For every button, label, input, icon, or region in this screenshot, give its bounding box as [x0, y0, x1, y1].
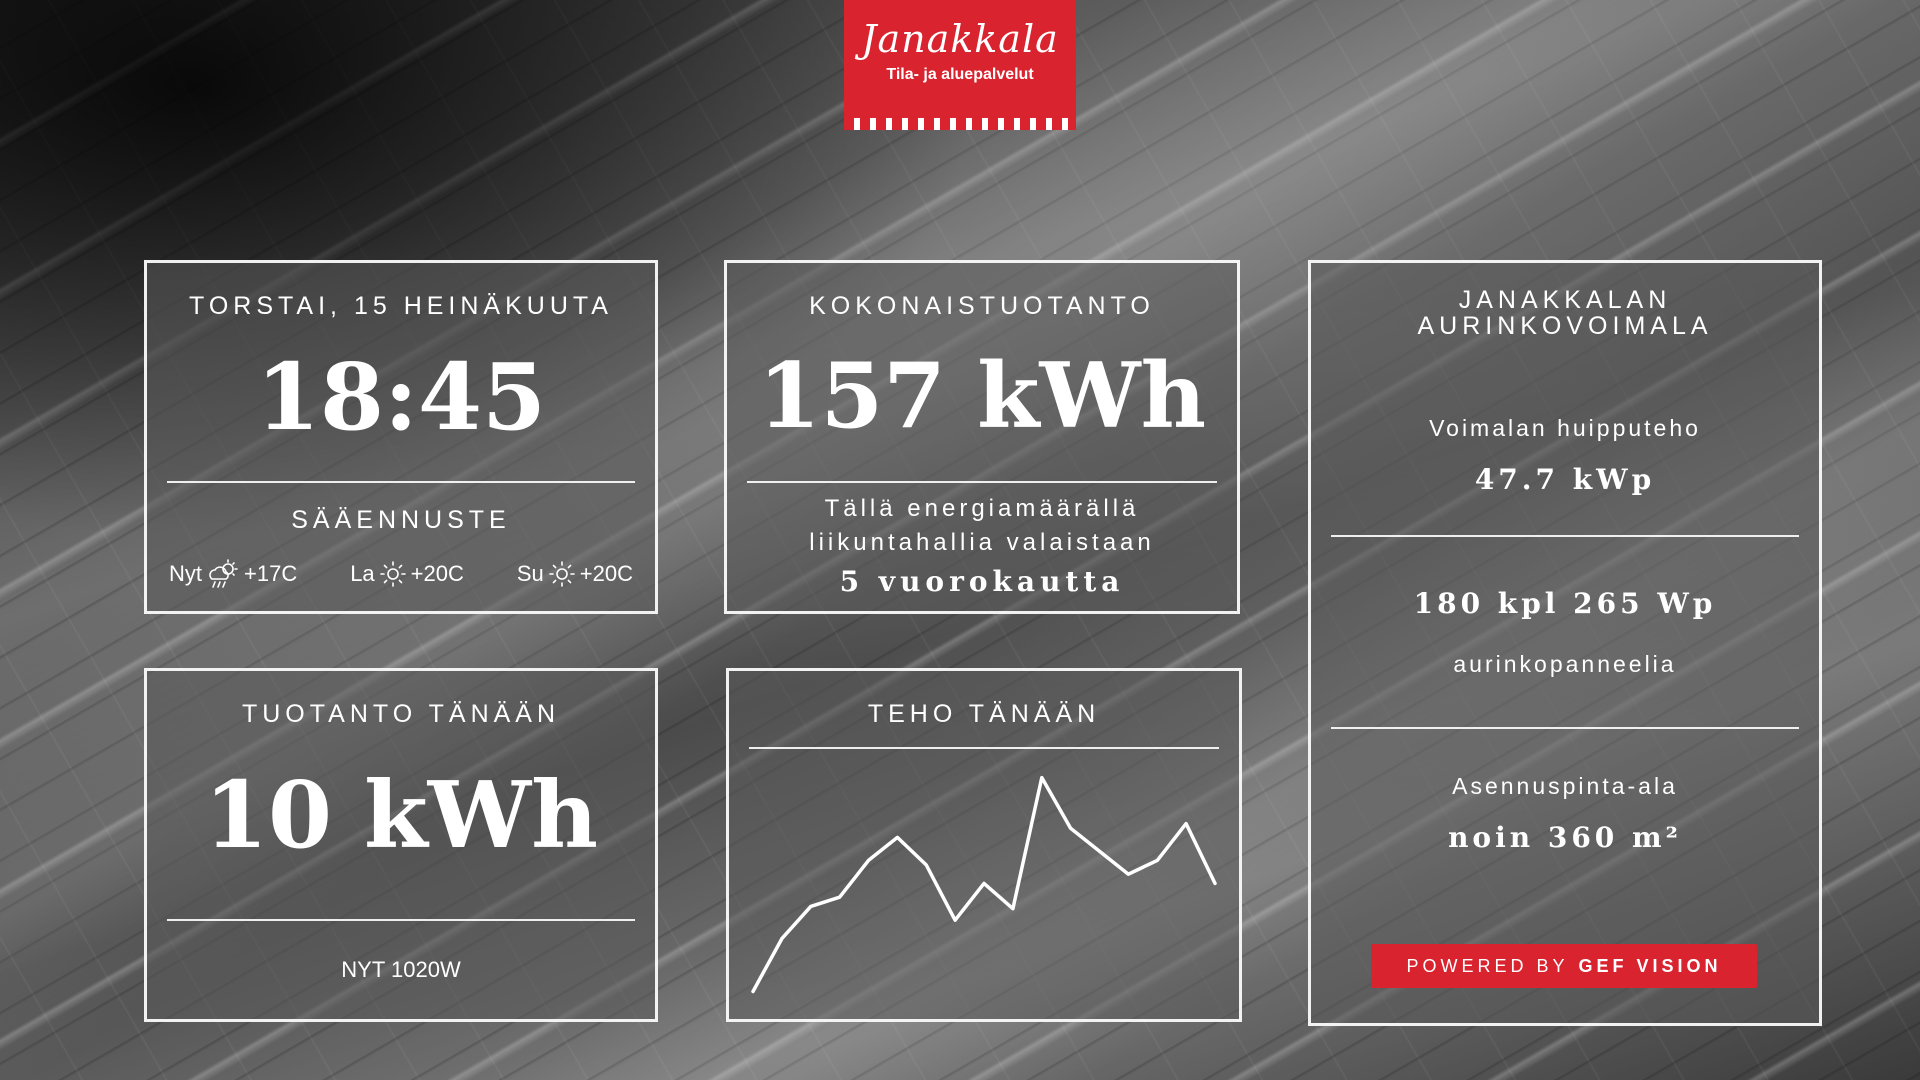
forecast-title: SÄÄENNUSTE [291, 506, 511, 534]
divider [167, 481, 635, 483]
clock-time: 18:45 [255, 343, 546, 451]
rain-sun-icon [209, 559, 238, 588]
today-production-value: 10 kWh [203, 761, 598, 869]
forecast-day: Nyt [169, 561, 202, 586]
forecast-row: Nyt +17C La +20C Su +20C [169, 559, 633, 589]
divider [167, 919, 635, 921]
divider [749, 747, 1219, 749]
power-line-chart [751, 775, 1217, 994]
forecast-temp: +20C [579, 561, 633, 586]
forecast-temp: +17C [244, 561, 298, 586]
total-highlight: 5 vuorokautta [839, 565, 1125, 598]
divider [747, 481, 1217, 483]
install-area-label: Asennuspinta-ala [1452, 773, 1678, 799]
date-weather-panel: TORSTAI, 15 HEINÄKUUTA 18:45 SÄÄENNUSTE … [144, 260, 658, 614]
current-power: NYT 1020W [341, 957, 461, 982]
powered-by-badge: POWERED BY GEF VISION [1371, 944, 1757, 988]
powered-by-prefix: POWERED BY [1406, 955, 1569, 976]
panel-count-label: aurinkopanneelia [1453, 651, 1677, 677]
plant-title-line2: AURINKOVOIMALA [1417, 312, 1713, 340]
forecast-item-saturday: La +20C [350, 560, 464, 588]
power-today-title: TEHO TÄNÄÄN [867, 700, 1101, 728]
powered-by-brand: GEF VISION [1578, 955, 1722, 976]
sun-icon [548, 561, 575, 587]
forecast-item-sunday: Su +20C [517, 560, 633, 588]
forecast-day: La [350, 561, 375, 586]
total-desc-line1: Tällä energiamäärällä [824, 495, 1140, 522]
install-area-value: noin 360 m² [1448, 821, 1682, 854]
plant-info-panel: JANAKKALAN AURINKOVOIMALA Voimalan huipp… [1308, 260, 1822, 1026]
logo-name: Janakkala [861, 17, 1059, 61]
today-production-panel: TUOTANTO TÄNÄÄN 10 kWh NYT 1020W [144, 668, 658, 1022]
total-production-title: KOKONAISTUOTANTO [809, 292, 1155, 320]
power-today-panel: TEHO TÄNÄÄN [726, 668, 1242, 1022]
date-label: TORSTAI, 15 HEINÄKUUTA [189, 292, 613, 320]
sun-icon [379, 561, 406, 587]
peak-power-value: 47.7 kWp [1474, 463, 1656, 496]
janakkala-logo: Janakkala Tila- ja aluepalvelut [844, 0, 1076, 130]
logo-subtitle: Tila- ja aluepalvelut [886, 66, 1034, 83]
power-series-line [751, 775, 1217, 994]
today-production-title: TUOTANTO TÄNÄÄN [241, 700, 561, 728]
plant-title-line1: JANAKKALAN [1458, 286, 1672, 314]
peak-power-label: Voimalan huipputeho [1429, 415, 1701, 441]
forecast-day: Su [516, 561, 544, 586]
total-production-value: 157 kWh [757, 343, 1207, 449]
total-production-panel: KOKONAISTUOTANTO 157 kWh Tällä energiamä… [724, 260, 1240, 614]
logo-stamp-edge [854, 118, 1068, 130]
divider [1331, 727, 1799, 729]
forecast-temp: +20C [410, 561, 464, 586]
total-desc-line2: liikuntahallia valaistaan [809, 529, 1155, 556]
panel-count-value: 180 kpl 265 Wp [1413, 587, 1717, 620]
divider [1331, 535, 1799, 537]
forecast-item-now: Nyt +17C [169, 559, 297, 589]
